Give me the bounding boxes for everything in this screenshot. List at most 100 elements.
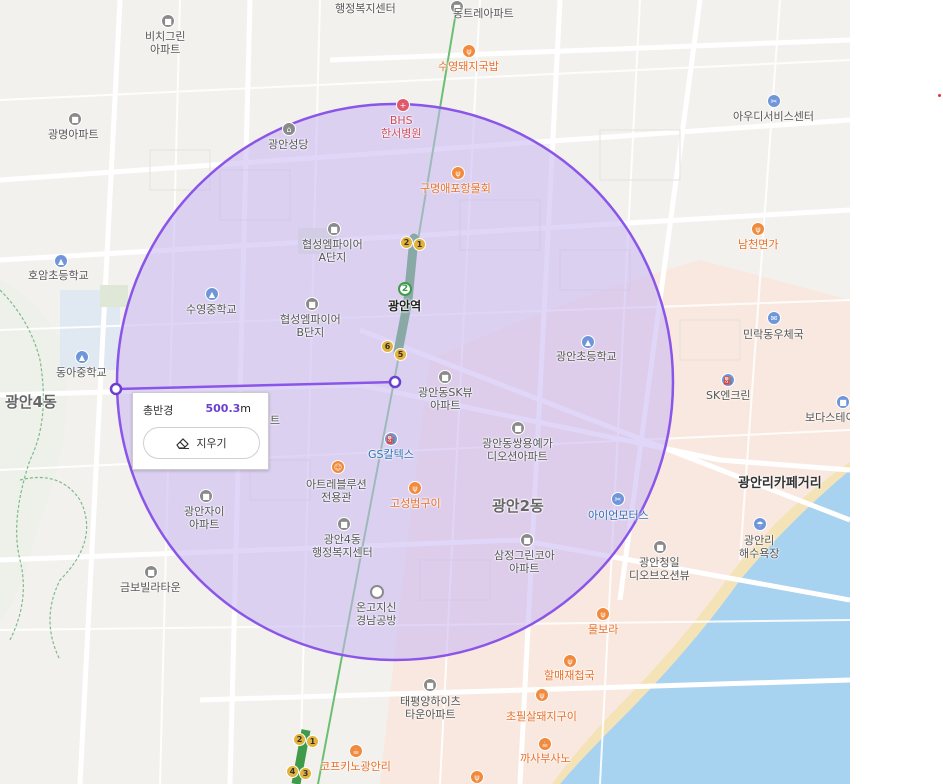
- restaurant-icon: ψ: [408, 481, 422, 495]
- map-label: 구명애포항물회: [420, 182, 491, 195]
- repair-icon: ✂: [611, 492, 625, 506]
- map-label: GS칼텍스: [368, 448, 414, 461]
- hospital-icon: +: [396, 98, 410, 112]
- hotel-icon: ■: [836, 395, 850, 409]
- exit-badge: 1: [413, 238, 426, 251]
- street-label: 광안리카페거리: [738, 476, 822, 491]
- apartment-icon: ■: [511, 421, 525, 435]
- repair-icon: ✂: [767, 94, 781, 108]
- exit-badge: 2: [293, 733, 306, 746]
- exit-badge: 6: [381, 340, 394, 353]
- map-label: SK엔크린: [706, 389, 751, 402]
- eraser-icon: [176, 438, 190, 449]
- map-label: 남천면가: [738, 238, 779, 251]
- restaurant-icon: ψ: [535, 688, 549, 702]
- map-label: 고성범구이: [390, 497, 441, 510]
- school-icon: ▲: [581, 335, 595, 349]
- apartment-icon: ■: [144, 565, 158, 579]
- radius-measure-popup: 총반경 500.3m 지우기: [132, 392, 269, 470]
- clear-label: 지우기: [196, 437, 227, 450]
- map-label: 아우디서비스센터: [733, 110, 814, 123]
- exit-badge: 5: [394, 348, 407, 361]
- map-label: 광안초등학교: [556, 350, 617, 363]
- map-label: 비치그린 아파트: [145, 30, 186, 56]
- map-label: 삼정그린코아 아파트: [494, 549, 555, 575]
- map-label: 광안청일 디오브오션뷰: [629, 556, 690, 582]
- map-label: 트: [270, 414, 281, 427]
- radius-edge-handle: [109, 382, 123, 396]
- gas-station-icon: ⛽: [721, 373, 735, 387]
- radius-label: 총반경: [143, 404, 174, 417]
- exit-badge: 1: [306, 735, 319, 748]
- apartment-icon: ■: [161, 14, 175, 28]
- map-label: 까사부사노: [520, 752, 571, 765]
- map-label: 협성엠파이어 B단지: [280, 313, 341, 339]
- restaurant-icon: ψ: [751, 222, 765, 236]
- apartment-icon: ■: [199, 489, 213, 503]
- radius-value: 500.3m: [205, 402, 251, 415]
- gas-station-icon: ⛽: [384, 432, 398, 446]
- beach-icon: ☂: [753, 517, 767, 531]
- school-icon: ▲: [54, 254, 68, 268]
- apartment-icon: ■: [653, 540, 667, 554]
- map-canvas[interactable]: ■ ■ ⌂ + ψ ψ ■ ▲ ■ ■ ▲ ▲ ▲ ■ ■ ⛽ ☺ ψ ✂ ■ …: [0, 0, 850, 784]
- map-label: 아트레블루션 전용관: [306, 478, 367, 504]
- exit-badge: 2: [400, 236, 413, 249]
- restaurant-icon: ψ: [451, 166, 465, 180]
- apartment-icon: ■: [327, 222, 341, 236]
- map-label: 보다스테이: [805, 411, 850, 424]
- map-label: 금보빌라타운: [120, 581, 181, 594]
- exit-badge: 4: [286, 765, 299, 778]
- radius-center-handle: [388, 375, 402, 389]
- government-icon: ■: [337, 517, 351, 531]
- map-label: 광안성당: [268, 138, 309, 151]
- apartment-icon: ■: [520, 533, 534, 547]
- area-label: 광안4동: [5, 393, 57, 411]
- radius-summary: 총반경 500.3m: [143, 402, 261, 418]
- map-label: 광안4동 행정복지센터: [312, 533, 373, 559]
- map-label: BHS 한서병원: [381, 114, 422, 140]
- map-label: 광안동SK뷰 아파트: [418, 386, 473, 412]
- map-label: 협성엠파이어 A단지: [302, 238, 363, 264]
- map-label: 광명아파트: [48, 128, 99, 141]
- map-label: 광안자이 아파트: [184, 505, 225, 531]
- map-label: 수영돼지국밥: [438, 60, 499, 73]
- restaurant-icon: ψ: [462, 44, 476, 58]
- apartment-icon: ■: [423, 678, 437, 692]
- theater-icon: ☺: [331, 460, 345, 474]
- map-label: 광안리 해수욕장: [739, 534, 780, 560]
- map-label: 아이언모터스: [588, 509, 649, 522]
- map-label: 할매재첩국: [544, 669, 595, 682]
- map-label: 동아중학교: [56, 366, 107, 379]
- restaurant-icon: ψ: [470, 770, 484, 784]
- subway-line-icon: 2: [398, 282, 412, 296]
- map-label: 태평양하이츠 타운아파트: [400, 695, 461, 721]
- apartment-icon: ■: [438, 370, 452, 384]
- school-icon: ▲: [205, 287, 219, 301]
- map-label: 행정복지센터: [335, 2, 396, 15]
- map-label: 수영중학교: [186, 303, 237, 316]
- restaurant-icon: ψ: [596, 607, 610, 621]
- cafe-icon: ☕: [349, 744, 363, 758]
- apartment-icon: ■: [68, 112, 82, 126]
- map-label: 초필살돼지구이: [506, 710, 577, 723]
- area-label: 광안2동: [492, 497, 544, 515]
- map-label: 광안동쌍용예가 디오션아파트: [482, 437, 553, 463]
- map-label: 호암초등학교: [28, 269, 89, 282]
- exit-badge: 3: [299, 767, 312, 780]
- cafe-icon: ☕: [538, 737, 552, 751]
- workshop-icon: [370, 585, 384, 599]
- map-label: 동트레아파트: [453, 7, 514, 20]
- church-icon: ⌂: [282, 122, 296, 136]
- map-label: 민락동우체국: [743, 328, 804, 341]
- station-label[interactable]: 광안역: [388, 300, 421, 313]
- map-label: 물보라: [588, 623, 619, 636]
- post-office-icon: ✉: [767, 311, 781, 325]
- map-label: 온고지신 경남공방: [356, 601, 397, 627]
- indicator-dot: [938, 94, 941, 97]
- restaurant-icon: ψ: [563, 654, 577, 668]
- clear-measure-button[interactable]: 지우기: [143, 427, 260, 459]
- apartment-icon: ■: [305, 297, 319, 311]
- map-label: 코프키노광안리: [320, 760, 391, 773]
- school-icon: ▲: [75, 350, 89, 364]
